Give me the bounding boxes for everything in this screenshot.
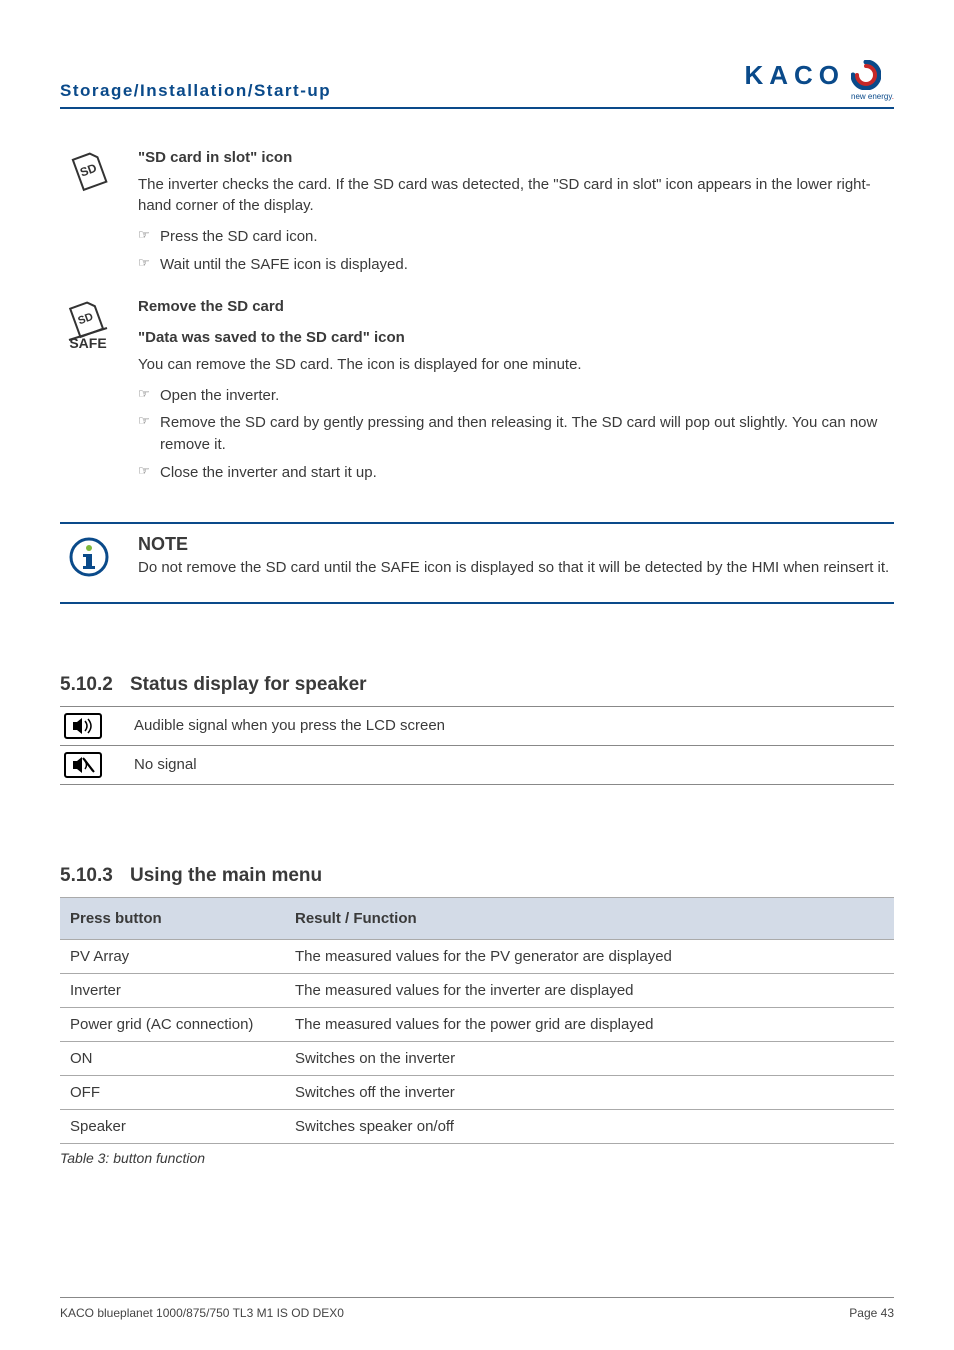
menu-result-cell: The measured values for the power grid a…: [285, 1007, 894, 1041]
sd-slot-title: "SD card in slot" icon: [138, 149, 894, 166]
menu-button-cell: ON: [60, 1041, 285, 1075]
list-item: Open the inverter.: [138, 385, 894, 407]
section-number: 5.10.2: [60, 674, 116, 696]
list-item: Press the SD card icon.: [138, 226, 894, 248]
table-row: ON Switches on the inverter: [60, 1041, 894, 1075]
list-item: Remove the SD card by gently pressing an…: [138, 412, 894, 456]
logo-subtext: new energy.: [851, 92, 894, 101]
speaker-off-icon: [64, 752, 102, 778]
footer-right: Page 43: [849, 1306, 894, 1320]
note-body: Do not remove the SD card until the SAFE…: [138, 557, 889, 578]
table-row: Speaker Switches speaker on/off: [60, 1109, 894, 1143]
menu-result-cell: Switches speaker on/off: [285, 1109, 894, 1143]
note-box: NOTE Do not remove the SD card until the…: [60, 522, 894, 604]
speaker-on-icon: [64, 713, 102, 739]
svg-text:SD: SD: [78, 161, 99, 180]
svg-text:SD: SD: [76, 310, 95, 327]
note-title: NOTE: [138, 534, 889, 555]
sd-card-safe-icon: SD SAFE: [61, 298, 117, 354]
page-header: Storage/Installation/Start-up KACO new e…: [60, 60, 894, 109]
menu-result-cell: Switches on the inverter: [285, 1041, 894, 1075]
info-icon: [68, 536, 110, 583]
logo-swirl-icon: [851, 60, 881, 90]
menu-button-cell: Power grid (AC connection): [60, 1007, 285, 1041]
table-caption: Table 3: button function: [60, 1150, 894, 1166]
section-heading-speaker: 5.10.2 Status display for speaker: [60, 674, 894, 696]
sd-slot-description: The inverter checks the card. If the SD …: [138, 174, 894, 216]
speaker-status-table: Audible signal when you press the LCD sc…: [60, 706, 894, 785]
section-number: 5.10.3: [60, 865, 116, 887]
table-row: PV Array The measured values for the PV …: [60, 939, 894, 973]
menu-button-cell: Inverter: [60, 973, 285, 1007]
list-item: Close the inverter and start it up.: [138, 462, 894, 484]
menu-result-cell: Switches off the inverter: [285, 1075, 894, 1109]
sd-remove-description: You can remove the SD card. The icon is …: [138, 354, 894, 375]
menu-result-cell: The measured values for the inverter are…: [285, 973, 894, 1007]
section-heading-menu: 5.10.3 Using the main menu: [60, 865, 894, 887]
col-header-button: Press button: [60, 897, 285, 939]
table-row: Inverter The measured values for the inv…: [60, 973, 894, 1007]
list-item: Wait until the SAFE icon is displayed.: [138, 254, 894, 276]
svg-text:SAFE: SAFE: [69, 335, 106, 351]
table-row: Power grid (AC connection) The measured …: [60, 1007, 894, 1041]
menu-button-cell: PV Array: [60, 939, 285, 973]
sd-remove-block: SD SAFE Remove the SD card "Data was sav…: [60, 298, 894, 492]
sd-remove-steps: Open the inverter. Remove the SD card by…: [138, 385, 894, 484]
menu-result-cell: The measured values for the PV generator…: [285, 939, 894, 973]
sd-remove-title: Remove the SD card: [138, 298, 894, 315]
logo-text: KACO: [744, 60, 845, 91]
main-menu-table: Press button Result / Function PV Array …: [60, 897, 894, 1144]
footer-left: KACO blueplanet 1000/875/750 TL3 M1 IS O…: [60, 1306, 344, 1320]
table-row: OFF Switches off the inverter: [60, 1075, 894, 1109]
sd-slot-steps: Press the SD card icon. Wait until the S…: [138, 226, 894, 276]
menu-button-cell: OFF: [60, 1075, 285, 1109]
col-header-result: Result / Function: [285, 897, 894, 939]
table-header-row: Press button Result / Function: [60, 897, 894, 939]
header-section-title: Storage/Installation/Start-up: [60, 81, 331, 101]
logo: KACO new energy.: [744, 60, 894, 101]
section-title: Using the main menu: [130, 865, 322, 887]
sd-slot-block: SD "SD card in slot" icon The inverter c…: [60, 149, 894, 284]
sd-card-icon: SD: [66, 149, 112, 195]
menu-button-cell: Speaker: [60, 1109, 285, 1143]
speaker-row-label: No signal: [134, 745, 894, 784]
table-row: Audible signal when you press the LCD sc…: [60, 706, 894, 745]
table-row: No signal: [60, 745, 894, 784]
page-footer: KACO blueplanet 1000/875/750 TL3 M1 IS O…: [60, 1297, 894, 1320]
sd-saved-subtitle: "Data was saved to the SD card" icon: [138, 329, 894, 346]
speaker-row-label: Audible signal when you press the LCD sc…: [134, 706, 894, 745]
section-title: Status display for speaker: [130, 674, 367, 696]
